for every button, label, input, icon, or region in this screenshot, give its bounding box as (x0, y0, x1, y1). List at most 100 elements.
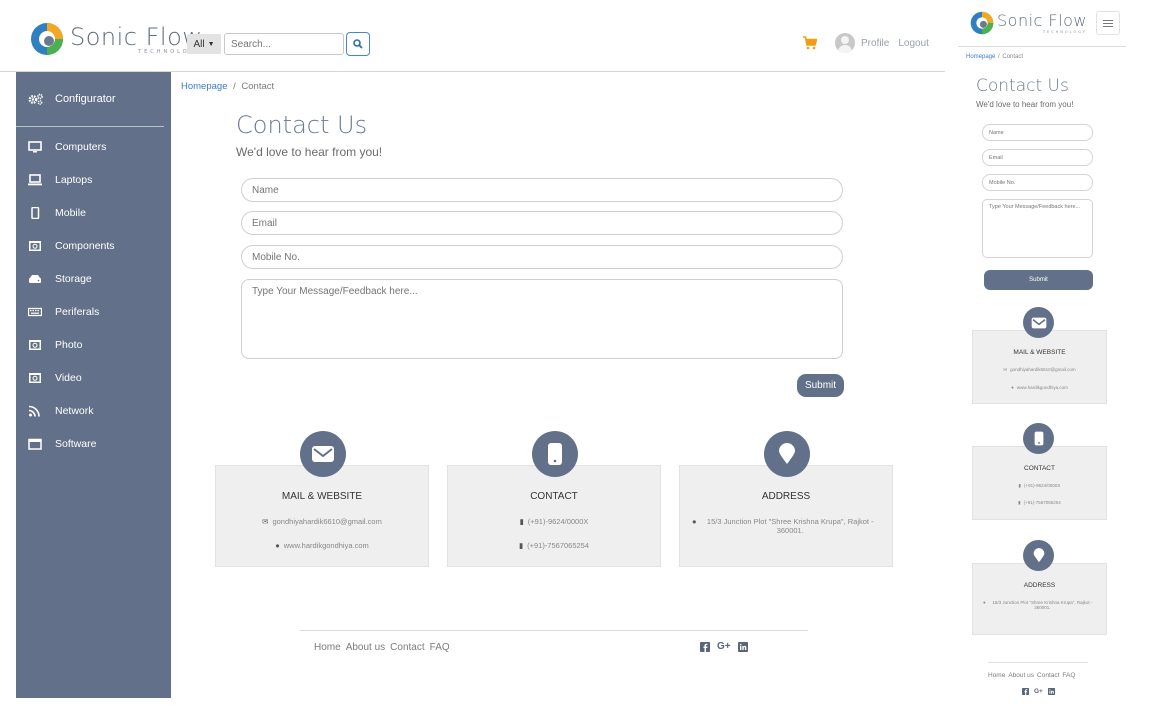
mobile-breadcrumb: Homepage / Contact (966, 54, 1023, 60)
message-field[interactable] (241, 279, 843, 359)
email-field[interactable] (241, 211, 843, 235)
brand-tagline: TECHNOLOGY (1042, 30, 1087, 34)
logout-link[interactable]: Logout (898, 38, 929, 49)
sidebar-item-configurator[interactable]: Configurator (16, 72, 171, 126)
mail-icon: ✉ (262, 517, 269, 526)
sidebar-item-software[interactable]: Software (16, 434, 171, 454)
footer-link-faq[interactable]: FAQ (430, 642, 450, 653)
breadcrumb-home-link[interactable]: Homepage (181, 81, 227, 92)
mobile-email-field[interactable] (982, 149, 1093, 166)
search-category-value: All (193, 38, 205, 50)
google-plus-icon[interactable]: G+ (717, 641, 731, 652)
footer-link-contact[interactable]: Contact (1037, 672, 1059, 679)
mobile-footer-social: G+ (1022, 688, 1055, 695)
address-card: ADDRESS ● 15/3 Junction Plot "Shree Kris… (679, 431, 893, 567)
mail-website-card: MAIL & WEBSITE ✉ gondhiyahardik6610@gmai… (215, 431, 429, 567)
footer-link-home[interactable]: Home (314, 642, 341, 653)
mobile-header-divider (958, 46, 1126, 47)
sidebar-item-label: Computers (55, 141, 107, 153)
sidebar-item-photo[interactable]: Photo (16, 335, 171, 355)
menu-toggle-button[interactable] (1096, 11, 1120, 35)
desktop-view: Sonic Flow TECHNOLOGY All ▼ Search... Pr… (0, 0, 945, 718)
breadcrumb-home-link[interactable]: Homepage (966, 54, 995, 60)
mobile-name-field[interactable] (982, 124, 1093, 141)
contact-card: CONTACT ▮ (+91)-9624/0000X ▮ (+91)-75670… (447, 431, 661, 567)
camera-icon (28, 339, 42, 351)
video-icon (28, 372, 42, 384)
sidebar-item-label: Storage (55, 273, 92, 285)
window-icon (28, 438, 42, 450)
phone-value-2[interactable]: (+91)-7567065254 (1024, 500, 1061, 505)
page-subtitle: We'd love to hear from you! (236, 145, 383, 159)
sidebar-item-network[interactable]: Network (16, 401, 171, 421)
envelope-icon (300, 431, 346, 477)
sidebar-item-components[interactable]: Components (16, 236, 171, 256)
sidebar-item-periferals[interactable]: Periferals (16, 302, 171, 322)
phone-line-1: ▮ (+91)-9624/0000X (973, 483, 1106, 489)
laptop-icon (28, 174, 42, 186)
envelope-icon (1023, 307, 1054, 338)
search-input[interactable] (224, 33, 344, 55)
mobile-page-title: Contact Us (976, 76, 1069, 96)
map-marker-icon (1023, 540, 1054, 571)
avatar[interactable] (835, 33, 855, 53)
footer-link-about[interactable]: About us (346, 642, 385, 653)
name-field[interactable] (241, 178, 843, 202)
mobile-submit-button[interactable]: Submit (984, 270, 1093, 290)
footer-link-about[interactable]: About us (1008, 672, 1034, 679)
hamburger-icon (1103, 25, 1113, 27)
card-title: MAIL & WEBSITE (281, 491, 363, 502)
sidebar-item-video[interactable]: Video (16, 368, 171, 388)
mobile-mail-website-card: MAIL & WEBSITE ✉ gondhiyahardik6610@gmai… (972, 307, 1107, 404)
search-button[interactable] (346, 32, 370, 56)
google-plus-icon[interactable]: G+ (1034, 688, 1043, 695)
email-value[interactable]: gondhiyahardik6610@gmail.com (1010, 367, 1076, 372)
footer-link-contact[interactable]: Contact (390, 642, 424, 653)
sidebar-item-label: Software (55, 438, 97, 450)
linkedin-icon[interactable] (1047, 688, 1055, 695)
profile-link[interactable]: Profile (861, 38, 889, 49)
mobile-mobile-field[interactable] (982, 174, 1093, 191)
sidebar-item-label: Photo (55, 339, 83, 351)
sidebar-item-storage[interactable]: Storage (16, 269, 171, 289)
mobile-small-icon: ▮ (1018, 500, 1021, 505)
sidebar-item-laptops[interactable]: Laptops (16, 170, 171, 190)
mail-icon: ✉ (1003, 367, 1008, 372)
footer-link-home[interactable]: Home (988, 672, 1005, 679)
facebook-icon[interactable] (1022, 688, 1029, 695)
brand-logo[interactable]: Sonic Flow TECHNOLOGY (30, 22, 202, 56)
mobile-page-subtitle: We'd love to hear from you! (976, 100, 1074, 109)
sidebar-item-computers[interactable]: Computers (16, 137, 171, 157)
sidebar: Configurator Computers Laptops Mobile Co… (16, 72, 171, 698)
phone-value-1[interactable]: (+91)-9624/0000X (528, 517, 589, 526)
submit-button[interactable]: Submit (797, 374, 844, 397)
footer-link-faq[interactable]: FAQ (1062, 672, 1075, 679)
breadcrumb-current: Contact (1002, 54, 1024, 60)
email-value[interactable]: gondhiyahardik6610@gmail.com (272, 517, 381, 526)
search-category-select[interactable]: All ▼ (187, 34, 221, 54)
mobile-brand-logo[interactable]: Sonic Flow TECHNOLOGY (970, 11, 1087, 35)
breadcrumb-current: Contact (241, 81, 275, 92)
phone-icon (532, 431, 578, 477)
mobile-message-field[interactable] (982, 199, 1093, 258)
storage-icon (28, 273, 42, 285)
mobile-field[interactable] (241, 245, 843, 269)
website-line: ● www.hardikgondhiya.com (973, 385, 1106, 390)
sidebar-item-mobile[interactable]: Mobile (16, 203, 171, 223)
mobile-icon (28, 207, 42, 219)
sidebar-item-label: Mobile (55, 207, 86, 219)
phone-value-1[interactable]: (+91)-9624/0000X (1024, 483, 1060, 488)
footer-nav: Home About us Contact FAQ (314, 642, 450, 653)
facebook-icon[interactable] (700, 641, 710, 652)
mobile-small-icon: ▮ (1018, 483, 1022, 488)
hamburger-icon (1103, 22, 1113, 24)
cart-icon[interactable] (803, 36, 817, 50)
brand-name: Sonic Flow (997, 11, 1087, 30)
mobile-small-icon: ▮ (518, 541, 524, 550)
phone-value-2[interactable]: (+91)-7567065254 (527, 541, 589, 550)
website-line: ● www.hardikgondhiya.com (216, 541, 428, 550)
website-value[interactable]: www.hardikgondhiya.com (1017, 385, 1068, 390)
website-value[interactable]: www.hardikgondhiya.com (284, 541, 369, 550)
search-bar: All ▼ (187, 32, 370, 56)
linkedin-icon[interactable] (737, 641, 748, 652)
